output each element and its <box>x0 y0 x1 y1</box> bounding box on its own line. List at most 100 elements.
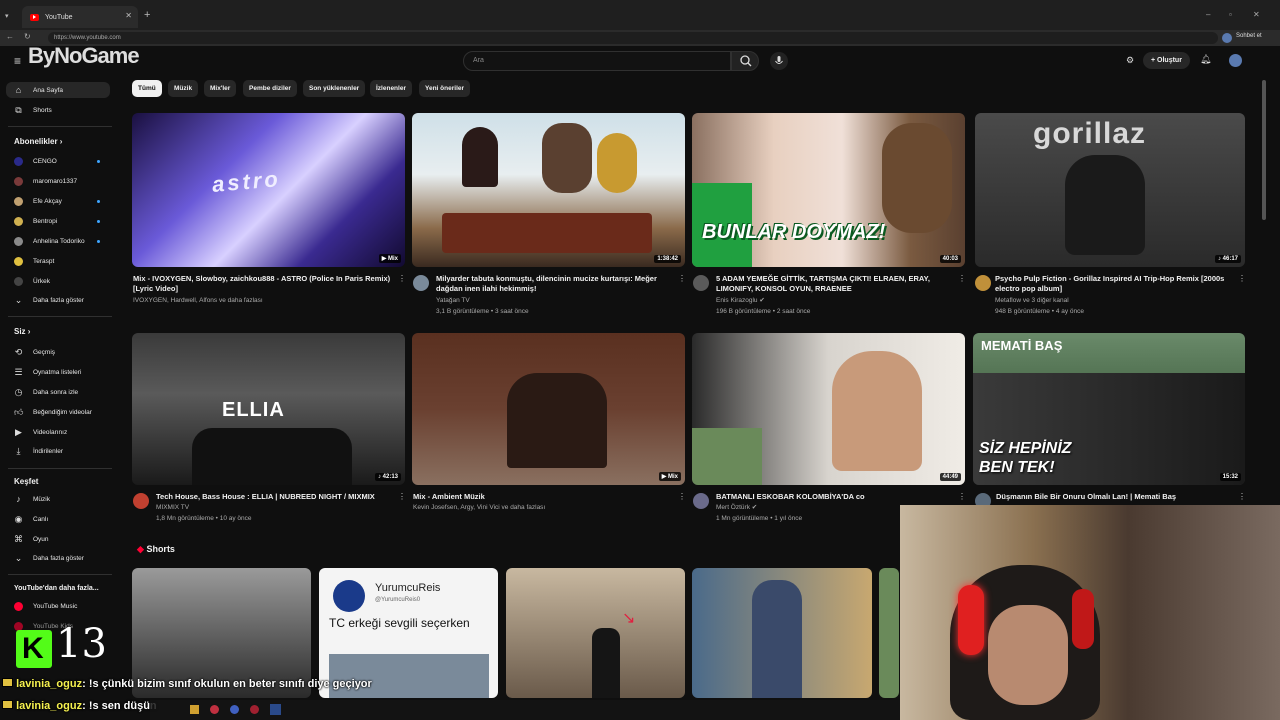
scrollbar-thumb[interactable] <box>1262 80 1266 220</box>
profile-avatar[interactable] <box>1222 33 1232 43</box>
channel-avatar[interactable] <box>693 493 709 509</box>
shorts-icon: ⧉ <box>15 104 22 115</box>
sidebar-sub-5[interactable]: Teraspt <box>6 253 110 269</box>
address-input[interactable]: https://www.youtube.com <box>48 32 1218 44</box>
maximize-icon[interactable]: ▫ <box>1229 10 1232 19</box>
chat-button[interactable]: Sohbet et <box>1236 33 1262 39</box>
app-icon[interactable] <box>270 704 281 715</box>
sidebar-sub-0[interactable]: CENGO <box>6 153 110 169</box>
channel-avatar[interactable] <box>975 275 991 291</box>
reload-icon[interactable]: ↻ <box>24 32 31 41</box>
close-window-icon[interactable]: ✕ <box>1253 10 1260 19</box>
video-thumbnail[interactable]: ▶ Mix <box>412 333 685 485</box>
more-options-icon[interactable]: ⋮ <box>958 492 966 501</box>
short-thumbnail[interactable] <box>692 568 872 698</box>
video-channel[interactable]: Yatağan TV <box>436 295 470 306</box>
more-options-icon[interactable]: ⋮ <box>1238 274 1246 283</box>
sidebar-item-your-videos[interactable]: ▶ Videolarınız <box>6 424 110 440</box>
sidebar-sub-2[interactable]: Efe Akçay <box>6 193 110 209</box>
video-title[interactable]: Düşmanın Bile Bir Onuru Olmalı Lan! | Me… <box>996 492 1236 502</box>
chip-soap-operas[interactable]: Pembe diziler <box>243 80 297 97</box>
video-thumbnail[interactable]: 44:49 <box>692 333 965 485</box>
video-title[interactable]: Milyarder tabuta konmuştu, dilencinin mu… <box>436 274 676 294</box>
short-thumbnail[interactable] <box>879 568 899 698</box>
more-options-icon[interactable]: ⋮ <box>398 274 406 283</box>
minimize-icon[interactable]: – <box>1206 10 1210 19</box>
video-thumbnail[interactable]: BUNLAR DOYMAZ! 40:03 <box>692 113 965 267</box>
sidebar-item-youtube-music[interactable]: YouTube Music <box>6 598 110 614</box>
sidebar-sub-4[interactable]: Anhelina Todoriko <box>6 233 110 249</box>
cast-icon[interactable]: ⚙ <box>1126 55 1134 66</box>
video-thumbnail[interactable]: astro ▶ Mix <box>132 113 405 267</box>
chip-watched[interactable]: İzlenenler <box>370 80 412 97</box>
search-input[interactable]: Ara <box>463 51 731 71</box>
kick-k-icon: K <box>22 632 44 665</box>
sidebar-item-history[interactable]: ⟲ Geçmiş <box>6 344 110 360</box>
chip-all[interactable]: Tümü <box>132 80 162 97</box>
sidebar-sub-6[interactable]: Ürkek <box>6 273 110 289</box>
sidebar-item-music[interactable]: ♪ Müzik <box>6 491 110 507</box>
menu-icon[interactable]: ≡ <box>14 54 21 68</box>
subscriptions-heading[interactable]: Abonelikler › <box>14 137 62 146</box>
video-title[interactable]: Mix - Ambient Müzik <box>413 492 653 502</box>
chip-new-to-you[interactable]: Yeni öneriler <box>419 80 471 97</box>
tab-list-icon[interactable]: ▾ <box>5 12 9 20</box>
video-channel[interactable]: MIXMIX TV <box>156 502 189 513</box>
app-icon[interactable] <box>250 705 259 714</box>
sidebar-explore-more[interactable]: ⌄ Daha fazla göster <box>6 550 110 566</box>
more-options-icon[interactable]: ⋮ <box>958 274 966 283</box>
video-channel[interactable]: Kevin Josefsen, Argy, Vini Vici ve daha … <box>413 502 545 513</box>
folder-icon[interactable] <box>190 705 199 714</box>
video-thumbnail[interactable]: ELLIA ♪ 42:13 <box>132 333 405 485</box>
create-button[interactable]: + Oluştur <box>1143 52 1190 69</box>
video-channel[interactable]: IVOXYGEN, Hardwell, Alfons ve daha fazla… <box>133 295 395 306</box>
channel-avatar[interactable] <box>693 275 709 291</box>
account-avatar[interactable] <box>1229 54 1242 67</box>
new-tab-icon[interactable]: + <box>144 9 150 21</box>
video-title[interactable]: Psycho Pulp Fiction - Gorillaz Inspired … <box>995 274 1235 294</box>
you-heading[interactable]: Siz › <box>14 327 30 336</box>
sidebar-show-more[interactable]: ⌄ Daha fazla göster <box>6 292 110 308</box>
video-thumbnail[interactable]: 1:38:42 <box>412 113 685 267</box>
sidebar-sub-3[interactable]: Bentropi <box>6 213 110 229</box>
video-channel[interactable]: Metaflow ve 3 diğer kanal <box>995 295 1069 306</box>
video-thumbnail[interactable]: gorillaz ♪ 46:17 <box>975 113 1245 267</box>
notifications-bell-icon[interactable]: 🔔︎ <box>1200 54 1211 65</box>
video-thumbnail[interactable]: MEMATİ BAŞ SİZ HEPİNİZ BEN TEK! 15:32 <box>973 333 1245 485</box>
video-title[interactable]: Tech House, Bass House : ELLIA | NUBREED… <box>156 492 396 502</box>
tab-title: YouTube <box>45 13 73 21</box>
sidebar-item-watch-later[interactable]: ◷ Daha sonra izle <box>6 384 110 400</box>
app-icon[interactable] <box>210 705 219 714</box>
more-options-icon[interactable]: ⋮ <box>678 492 686 501</box>
video-title[interactable]: BATMANLI ESKOBAR KOLOMBİYA'DA co <box>716 492 956 502</box>
browser-tab-youtube[interactable]: YouTube ✕ <box>22 6 138 28</box>
video-title[interactable]: 5 ADAM YEMEĞE GİTTİK, TARTIŞMA ÇIKTI! EL… <box>716 274 956 294</box>
more-options-icon[interactable]: ⋮ <box>678 274 686 283</box>
back-icon[interactable]: ← <box>6 32 14 41</box>
video-channel[interactable]: Enis Kirazoglu ✔ <box>716 295 765 306</box>
search-button[interactable] <box>731 51 759 71</box>
short-thumbnail[interactable]: ↘ <box>506 568 685 698</box>
sidebar-item-playlists[interactable]: ☰ Oynatma listeleri <box>6 364 110 380</box>
sidebar-item-downloads[interactable]: ⤓ İndirilenler <box>6 443 110 459</box>
more-options-icon[interactable]: ⋮ <box>1238 492 1246 501</box>
sidebar-item-home[interactable]: ⌂ Ana Sayfa <box>6 82 110 98</box>
sidebar-item-shorts[interactable]: ⧉ Shorts <box>6 102 110 118</box>
sidebar-item-liked[interactable]: 👍︎ Beğendiğim videolar <box>6 404 110 420</box>
chip-music[interactable]: Müzik <box>168 80 199 97</box>
sidebar-item-live[interactable]: ◉ Canlı <box>6 511 110 527</box>
video-channel[interactable]: Mert Öztürk ✔ <box>716 502 757 513</box>
voice-search-button[interactable] <box>770 52 788 70</box>
close-tab-icon[interactable]: ✕ <box>125 11 132 20</box>
chip-recently-uploaded[interactable]: Son yüklenenler <box>303 80 366 97</box>
channel-avatar[interactable] <box>413 275 429 291</box>
sidebar-item-gaming[interactable]: ⌘ Oyun <box>6 531 110 547</box>
more-options-icon[interactable]: ⋮ <box>398 492 406 501</box>
duration-badge: 44:49 <box>939 473 961 481</box>
overlay-number: 13 <box>56 621 107 667</box>
sidebar-sub-1[interactable]: maromaro1337 <box>6 173 110 189</box>
app-icon[interactable] <box>230 705 239 714</box>
video-title[interactable]: Mix - IVOXYGEN, Slowboy, zaichkou888 - A… <box>133 274 395 294</box>
channel-avatar[interactable] <box>133 493 149 509</box>
chip-mixes[interactable]: Mix'ler <box>204 80 237 97</box>
